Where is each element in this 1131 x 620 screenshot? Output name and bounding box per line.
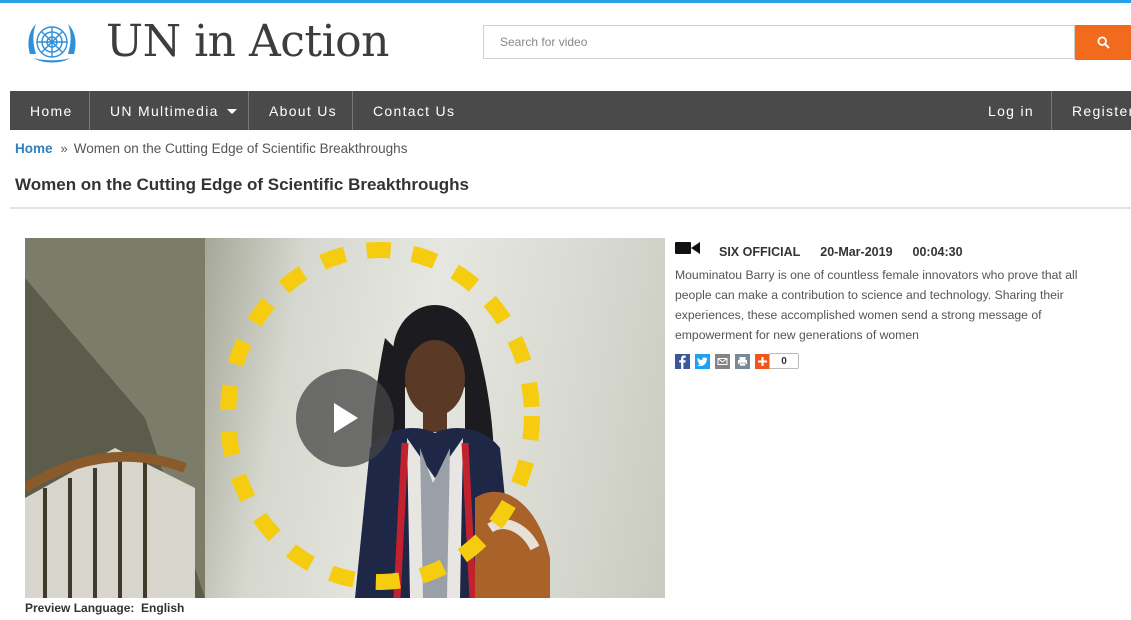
nav-about-us-label: About Us (269, 102, 337, 119)
double-chevron-right-icon: » (60, 141, 68, 156)
video-camera-icon (675, 241, 700, 254)
preview-language-value: English (141, 601, 185, 615)
share-bar: 0 (675, 353, 1115, 369)
addthis-plus-icon[interactable] (755, 353, 770, 369)
email-icon[interactable] (715, 353, 730, 369)
breadcrumb-current: Women on the Cutting Edge of Scientific … (73, 141, 408, 156)
play-icon (334, 403, 358, 433)
un-emblem-logo[interactable] (24, 18, 80, 68)
breadcrumb: Home » Women on the Cutting Edge of Scie… (15, 141, 407, 156)
search-button[interactable] (1075, 25, 1131, 60)
nav-divider (1051, 91, 1052, 130)
breadcrumb-home-link[interactable]: Home (15, 141, 53, 156)
site-title[interactable]: UN in Action (106, 16, 389, 67)
video-date: 20-Mar-2019 (820, 245, 893, 259)
video-player[interactable] (25, 238, 665, 598)
nav-un-multimedia-label: UN Multimedia (110, 102, 219, 119)
nav-divider (352, 91, 353, 130)
twitter-icon[interactable] (695, 353, 710, 369)
nav-register[interactable]: Register (1072, 91, 1131, 130)
video-meta: SIX OFFICIAL 20-Mar-2019 00:04:30 Moumin… (675, 241, 1115, 369)
preview-language: Preview Language: English (25, 601, 184, 615)
nav-log-in[interactable]: Log in (988, 91, 1034, 130)
nav-contact-us-label: Contact Us (373, 102, 456, 119)
print-icon[interactable] (735, 353, 750, 369)
title-divider (10, 207, 1131, 209)
nav-home-label: Home (30, 102, 73, 119)
nav-log-in-label: Log in (988, 102, 1034, 119)
search-icon (1096, 36, 1110, 49)
nav-about-us[interactable]: About Us (269, 91, 337, 130)
preview-language-label: Preview Language: (25, 601, 135, 615)
search-input[interactable] (484, 26, 1060, 58)
nav-un-multimedia[interactable]: UN Multimedia (110, 91, 237, 130)
main-navbar: Home UN Multimedia About Us Contact Us L… (10, 91, 1131, 130)
nav-divider (89, 91, 90, 130)
nav-divider (248, 91, 249, 130)
top-accent-line (0, 0, 1131, 3)
video-source: SIX OFFICIAL (719, 245, 801, 259)
video-description: Mouminatou Barry is one of countless fem… (675, 268, 1078, 342)
nav-contact-us[interactable]: Contact Us (373, 91, 455, 130)
video-duration: 00:04:30 (912, 245, 963, 259)
search-box (483, 25, 1075, 59)
play-button[interactable] (296, 369, 394, 467)
video-meta-row: SIX OFFICIAL 20-Mar-2019 00:04:30 (675, 241, 1115, 263)
nav-register-label: Register (1072, 102, 1131, 119)
nav-home[interactable]: Home (30, 91, 73, 130)
caret-down-icon (226, 109, 237, 114)
facebook-icon[interactable] (675, 353, 690, 369)
page-title: Women on the Cutting Edge of Scientific … (15, 175, 469, 194)
share-count: 0 (769, 353, 799, 369)
